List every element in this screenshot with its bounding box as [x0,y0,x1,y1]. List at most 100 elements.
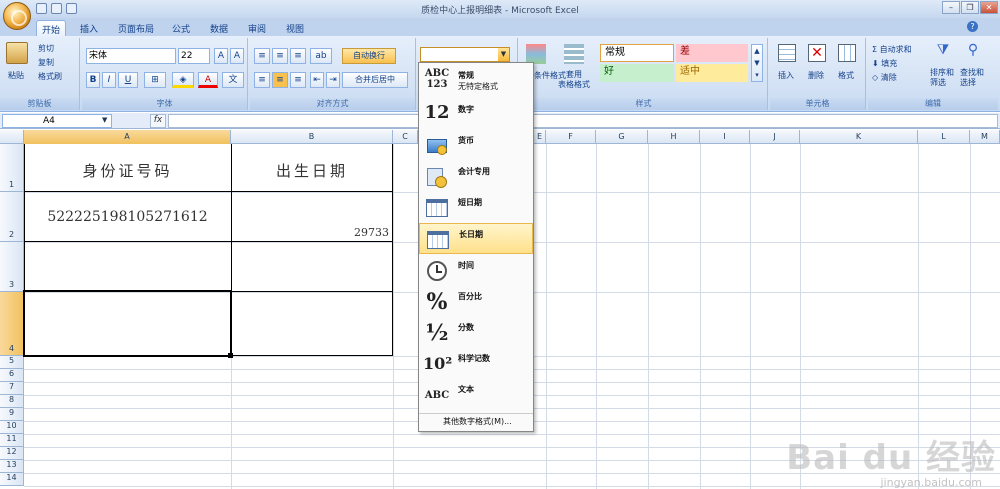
menu-item-text[interactable]: ABC 文本 [419,379,533,410]
font-color-icon[interactable]: A [198,72,218,88]
find-select-button[interactable]: 查找和 选择 [960,68,984,88]
row-header[interactable]: 4 [0,292,24,356]
borders-icon[interactable]: ⊞ [144,72,166,88]
row-header[interactable]: 10 [0,421,24,434]
formula-input[interactable] [168,114,998,128]
column-header[interactable]: C [393,130,418,144]
column-header[interactable]: I [700,130,750,144]
column-header[interactable]: A [24,130,231,144]
name-box-dropdown-icon[interactable]: ▼ [102,116,107,124]
font-name-select[interactable]: 宋体 [86,48,176,64]
cut-button[interactable]: 剪切 [38,43,54,54]
cell-a2[interactable]: 522225198105271612 [24,209,231,225]
row-header[interactable]: 7 [0,382,24,395]
style-bad[interactable]: 差 [676,44,748,62]
orientation-icon[interactable]: ab [310,48,332,64]
style-neutral[interactable]: 适中 [676,64,748,82]
restore-button[interactable]: ❐ [961,1,979,14]
align-middle-icon[interactable]: ≡ [272,48,288,64]
select-all-corner[interactable] [0,130,24,144]
tab-insert[interactable]: 插入 [74,20,104,36]
sort-filter-button[interactable]: 排序和 筛选 [930,68,954,88]
row-header[interactable]: 14 [0,473,24,486]
bold-button[interactable]: B [86,72,100,88]
underline-button[interactable]: U [118,72,138,88]
column-header[interactable]: G [596,130,648,144]
more-number-formats[interactable]: 其他数字格式(M)... [419,413,533,429]
office-button[interactable] [3,2,31,30]
row-header[interactable]: 2 [0,192,24,242]
wrap-text-button[interactable]: 自动换行 [342,48,396,64]
number-format-select[interactable]: ▼ [420,47,510,62]
row-header[interactable]: 8 [0,395,24,408]
fill-button[interactable]: ⬇ 填充 [872,58,897,69]
menu-item-scientific[interactable]: 10² 科学记数 [419,348,533,379]
phonetic-icon[interactable]: 文 [222,72,244,88]
row-header[interactable]: 12 [0,447,24,460]
column-header[interactable]: K [800,130,918,144]
align-left-icon[interactable]: ≡ [254,72,270,88]
close-button[interactable]: ✕ [980,1,998,14]
menu-item-general[interactable]: ABC 123 常规 无特定格式 [419,65,533,99]
shrink-font-icon[interactable]: A [230,48,244,64]
menu-item-fraction[interactable]: ½ 分数 [419,317,533,348]
save-icon[interactable] [36,3,47,14]
help-icon[interactable]: ? [967,21,978,32]
fill-handle[interactable] [228,353,233,358]
align-center-icon[interactable]: ≡ [272,72,288,88]
row-header[interactable]: 6 [0,369,24,382]
menu-item-long-date[interactable]: 长日期 [419,223,533,254]
row-header[interactable]: 13 [0,460,24,473]
font-size-select[interactable]: 22 [178,48,210,64]
active-cell-a4[interactable] [23,290,232,357]
cell-b2[interactable]: 29733 [231,226,389,239]
menu-item-currency[interactable]: 货币 [419,130,533,161]
fill-color-icon[interactable]: ◈ [172,72,194,88]
tab-data[interactable]: 数据 [204,20,234,36]
table-format-button[interactable]: 套用 表格格式 [558,70,590,90]
cell-b1[interactable]: 出生日期 [231,160,393,181]
menu-item-percent[interactable]: % 百分比 [419,286,533,317]
column-header[interactable]: J [750,130,800,144]
tab-home[interactable]: 开始 [36,20,66,36]
row-header[interactable]: 9 [0,408,24,421]
name-box[interactable]: A4 [2,114,112,128]
align-bottom-icon[interactable]: ≡ [290,48,306,64]
format-painter-button[interactable]: 格式刷 [38,71,62,82]
chevron-down-icon[interactable]: ▼ [498,48,509,61]
styles-scroll[interactable]: ▲ ▼ ▾ [751,44,763,82]
column-header[interactable]: H [648,130,700,144]
align-top-icon[interactable]: ≡ [254,48,270,64]
menu-item-time[interactable]: 时间 [419,255,533,286]
italic-button[interactable]: I [102,72,116,88]
column-header[interactable]: E [534,130,546,144]
menu-item-short-date[interactable]: 短日期 [419,192,533,223]
row-header[interactable]: 11 [0,434,24,447]
insert-cells-button[interactable]: 插入 [778,70,794,81]
copy-button[interactable]: 复制 [38,57,54,68]
row-header[interactable]: 3 [0,242,24,292]
row-header[interactable]: 1 [0,144,24,192]
delete-cells-button[interactable]: 删除 [808,70,824,81]
column-header[interactable]: L [918,130,970,144]
tab-page-layout[interactable]: 页面布局 [112,20,160,36]
redo-icon[interactable] [66,3,77,14]
menu-item-number[interactable]: 12 数字 [419,99,533,130]
row-header[interactable]: 5 [0,356,24,369]
style-normal[interactable]: 常规 [600,44,674,62]
autosum-button[interactable]: Σ 自动求和 [872,44,912,55]
align-right-icon[interactable]: ≡ [290,72,306,88]
tab-review[interactable]: 审阅 [242,20,272,36]
decrease-indent-icon[interactable]: ⇤ [310,72,324,88]
minimize-button[interactable]: – [942,1,960,14]
tab-formulas[interactable]: 公式 [166,20,196,36]
increase-indent-icon[interactable]: ⇥ [326,72,340,88]
undo-icon[interactable] [51,3,62,14]
insert-function-button[interactable]: fx [150,114,166,128]
merge-center-button[interactable]: 合并后居中 [342,72,408,88]
grow-font-icon[interactable]: A [214,48,228,64]
tab-view[interactable]: 视图 [280,20,310,36]
style-good[interactable]: 好 [600,64,674,82]
paste-button[interactable]: 粘贴 [8,70,24,81]
column-header[interactable]: M [970,130,1000,144]
